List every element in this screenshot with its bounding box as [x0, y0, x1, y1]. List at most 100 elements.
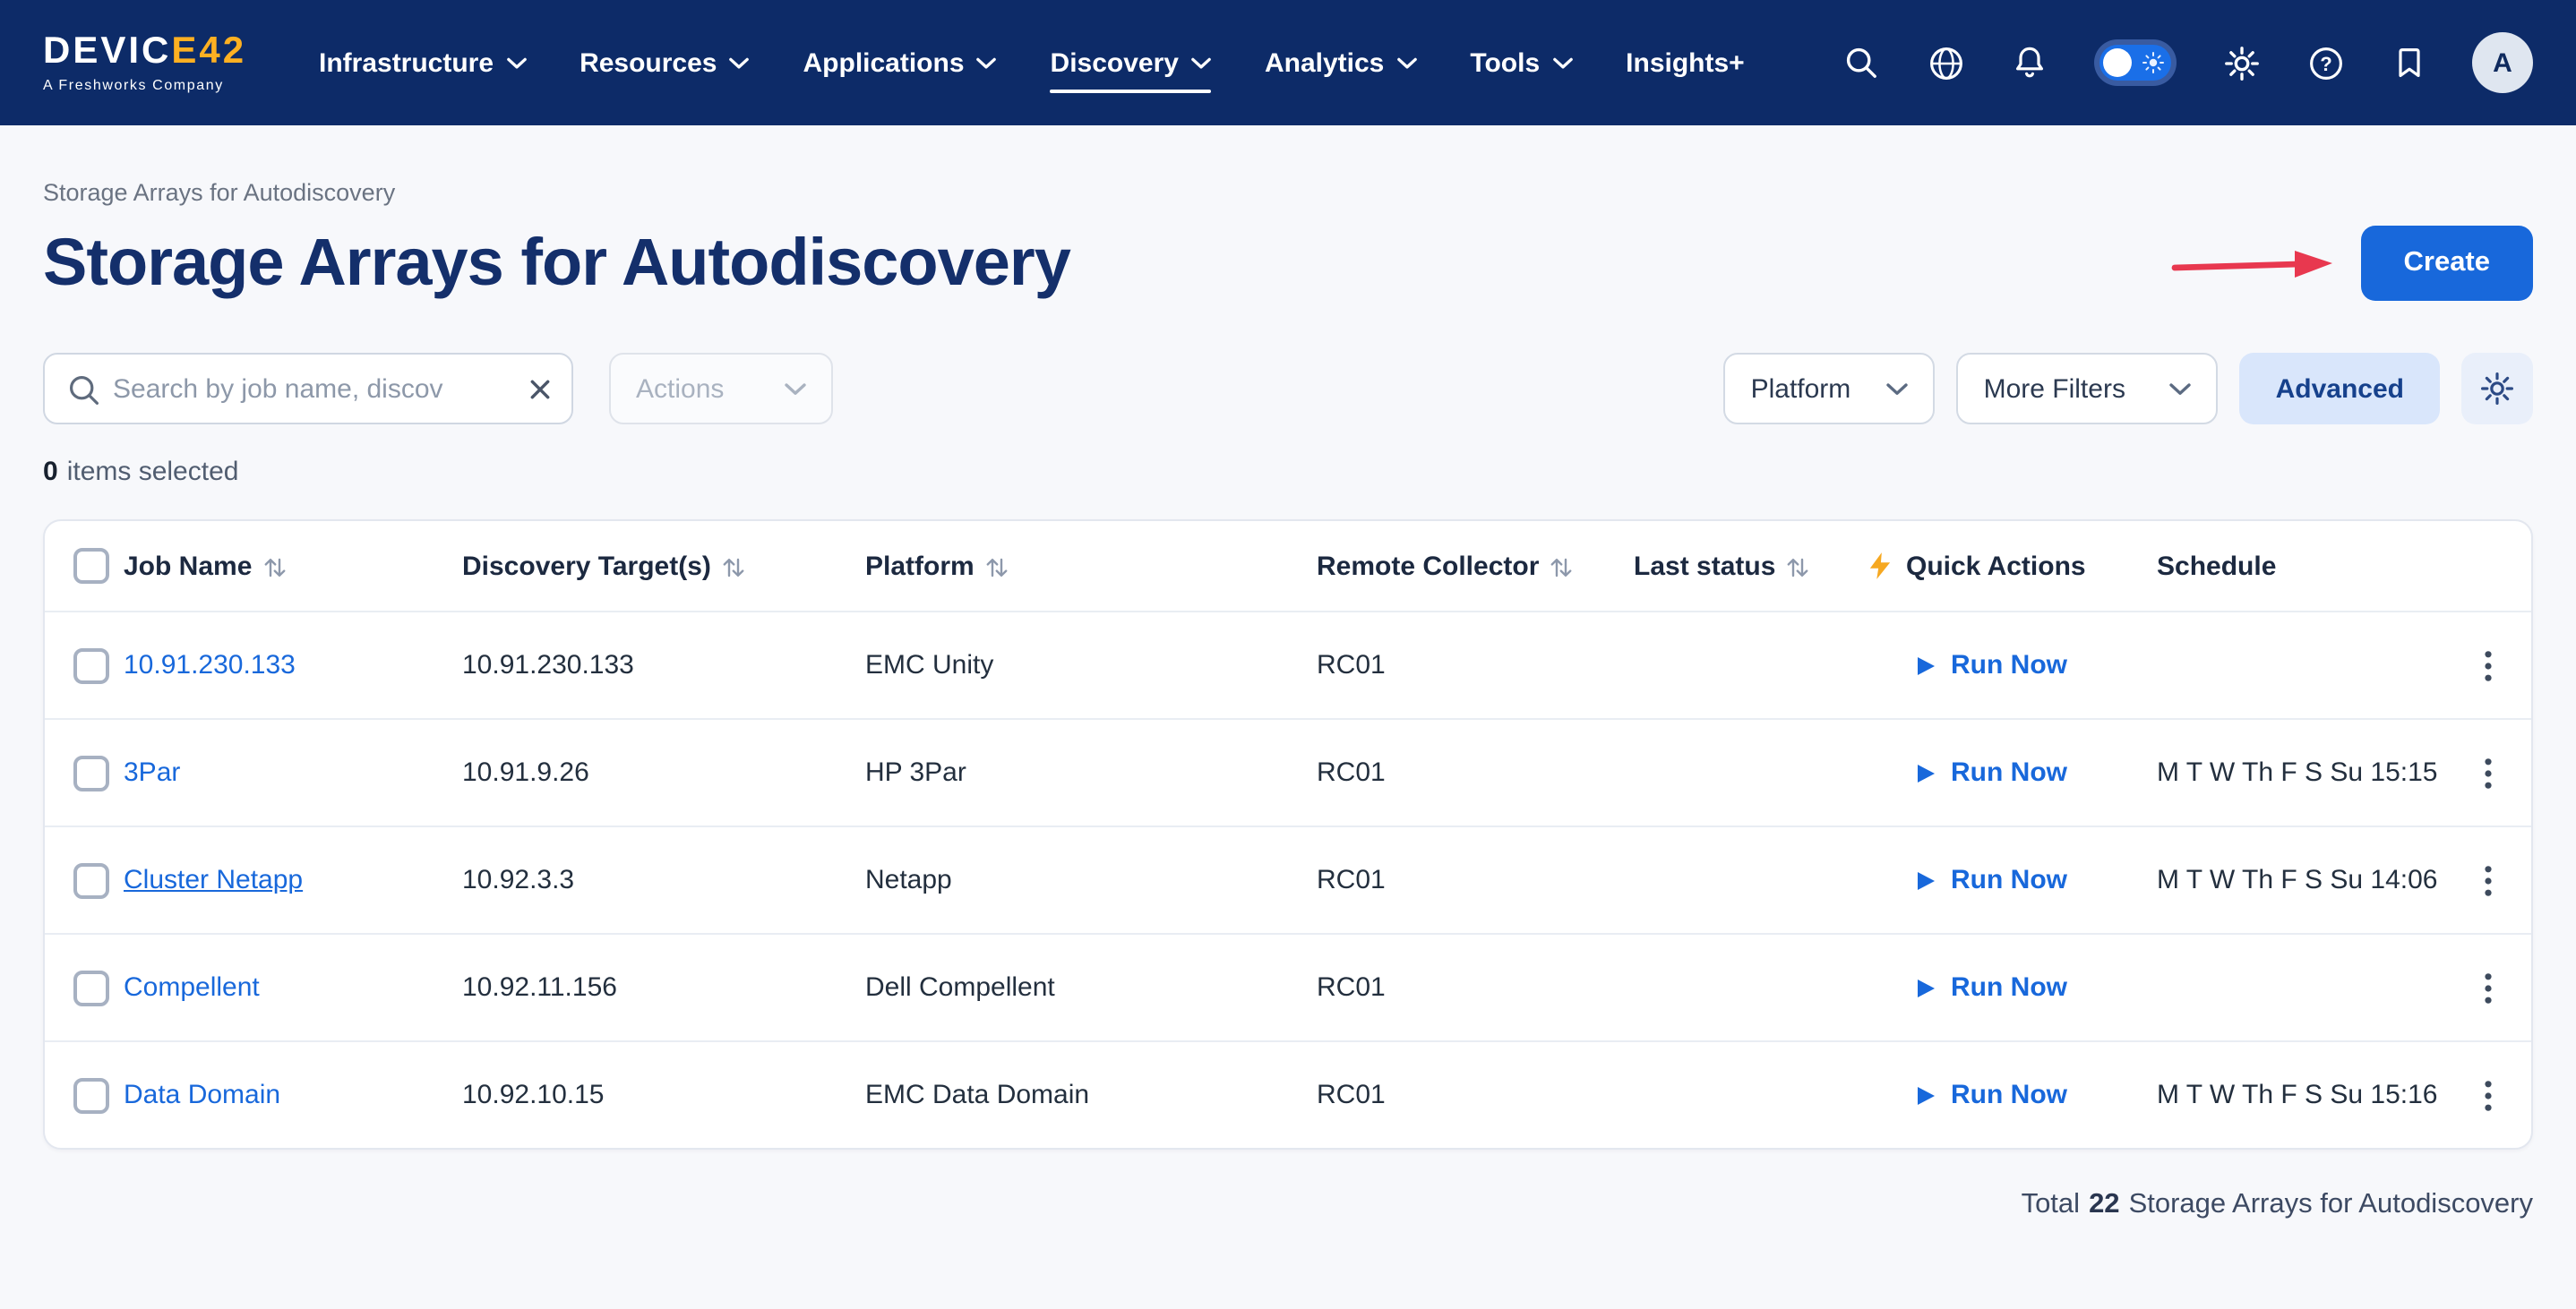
header-discovery-target[interactable]: Discovery Target(s) — [462, 551, 865, 581]
platform-cell: Dell Compellent — [865, 972, 1317, 1003]
run-now-label: Run Now — [1951, 865, 2067, 895]
job-name-link[interactable]: Data Domain — [124, 1080, 280, 1110]
platform-cell: HP 3Par — [865, 757, 1317, 788]
actions-dropdown[interactable]: Actions — [609, 353, 833, 424]
remote-collector-cell: RC01 — [1317, 757, 1634, 788]
toolbar-right: Platform More Filters Advanced — [1724, 353, 2533, 424]
nav-item-tools[interactable]: Tools — [1470, 30, 1572, 96]
row-menu-button[interactable] — [2445, 864, 2531, 896]
header-remote-collector[interactable]: Remote Collector — [1317, 551, 1634, 581]
select-all-checkbox[interactable] — [73, 548, 109, 584]
run-now-button[interactable]: Run Now — [1868, 1080, 2157, 1110]
job-name-link[interactable]: Compellent — [124, 972, 260, 1003]
remote-collector-cell: RC01 — [1317, 650, 1634, 680]
chevron-down-icon — [1191, 56, 1211, 69]
sort-icon[interactable] — [722, 556, 745, 578]
breadcrumb[interactable]: Storage Arrays for Autodiscovery — [43, 179, 2533, 206]
table-row: Data Domain 10.92.10.15 EMC Data Domain … — [45, 1040, 2531, 1148]
run-now-label: Run Now — [1951, 972, 2067, 1003]
clear-search-icon[interactable] — [528, 378, 552, 401]
header-label: Platform — [865, 551, 975, 581]
row-menu-button[interactable] — [2445, 1079, 2531, 1111]
job-name-link[interactable]: 10.91.230.133 — [124, 650, 296, 680]
table-row: 10.91.230.133 10.91.230.133 EMC Unity RC… — [45, 611, 2531, 718]
nav-item-analytics[interactable]: Analytics — [1265, 30, 1416, 96]
row-checkbox[interactable] — [73, 1077, 109, 1113]
sort-icon[interactable] — [1550, 556, 1573, 578]
platform-filter-dropdown[interactable]: Platform — [1724, 353, 1936, 424]
chevron-down-icon — [506, 56, 526, 69]
search-icon — [66, 372, 102, 408]
discovery-target-cell: 10.92.3.3 — [462, 865, 865, 895]
search-input[interactable] — [45, 355, 571, 423]
selected-count: 0 — [43, 457, 58, 487]
theme-toggle[interactable] — [2099, 45, 2171, 81]
bookmark-icon[interactable] — [2388, 41, 2431, 84]
table-row: 3Par 10.91.9.26 HP 3Par RC01 Run Now M T… — [45, 718, 2531, 826]
logo-text-accent: E42 — [171, 30, 246, 72]
discovery-target-cell: 10.92.10.15 — [462, 1080, 865, 1110]
kebab-menu-icon — [2485, 971, 2492, 1004]
row-checkbox[interactable] — [73, 647, 109, 683]
nav-item-insights[interactable]: Insights+ — [1626, 30, 1745, 96]
header-last-status[interactable]: Last status — [1634, 551, 1868, 581]
table-settings-button[interactable] — [2461, 353, 2533, 424]
row-menu-button[interactable] — [2445, 757, 2531, 789]
toggle-knob — [2103, 48, 2132, 77]
schedule-cell: M T W Th F S Su 14:06 — [2157, 865, 2445, 895]
platform-cell: Netapp — [865, 865, 1317, 895]
nav-item-discovery[interactable]: Discovery — [1051, 30, 1211, 96]
globe-icon[interactable] — [1924, 41, 1967, 84]
storage-arrays-table: Job Name Discovery Target(s) Platform Re… — [43, 519, 2533, 1150]
top-navigation-bar: DEVICE42 A Freshworks Company Infrastruc… — [0, 0, 2576, 125]
platform-cell: EMC Data Domain — [865, 1080, 1317, 1110]
nav-item-resources[interactable]: Resources — [580, 30, 749, 96]
help-icon[interactable]: ? — [2304, 41, 2347, 84]
run-now-button[interactable]: Run Now — [1868, 865, 2157, 895]
run-now-button[interactable]: Run Now — [1868, 650, 2157, 680]
total-suffix: Storage Arrays for Autodiscovery — [2129, 1189, 2533, 1221]
nav-item-label: Resources — [580, 47, 717, 78]
chevron-down-icon — [730, 56, 750, 69]
run-now-label: Run Now — [1951, 757, 2067, 788]
header-platform[interactable]: Platform — [865, 551, 1317, 581]
user-avatar[interactable]: A — [2472, 32, 2533, 93]
row-checkbox[interactable] — [73, 970, 109, 1005]
play-icon — [1915, 762, 1936, 783]
search-icon[interactable] — [1840, 41, 1883, 84]
chevron-down-icon — [1552, 56, 1572, 69]
row-checkbox[interactable] — [73, 755, 109, 791]
header-label: Schedule — [2157, 551, 2276, 581]
app-window: DEVICE42 A Freshworks Company Infrastruc… — [0, 0, 2576, 1309]
chevron-down-icon — [2170, 382, 2192, 395]
job-name-link[interactable]: Cluster Netapp — [124, 865, 303, 895]
device42-logo[interactable]: DEVICE42 A Freshworks Company — [43, 32, 272, 93]
nav-item-label: Tools — [1470, 47, 1540, 78]
run-now-button[interactable]: Run Now — [1868, 972, 2157, 1003]
table-header-row: Job Name Discovery Target(s) Platform Re… — [45, 521, 2531, 611]
notifications-bell-icon[interactable] — [2008, 41, 2051, 84]
nav-item-infrastructure[interactable]: Infrastructure — [319, 30, 526, 96]
kebab-menu-icon — [2485, 864, 2492, 896]
row-menu-button[interactable] — [2445, 971, 2531, 1004]
job-name-link[interactable]: 3Par — [124, 757, 180, 788]
chevron-down-icon — [1887, 382, 1909, 395]
gear-icon — [2479, 371, 2515, 406]
row-checkbox[interactable] — [73, 862, 109, 898]
sort-icon[interactable] — [262, 556, 286, 578]
more-filters-dropdown[interactable]: More Filters — [1957, 353, 2219, 424]
header-job-name[interactable]: Job Name — [124, 551, 462, 581]
advanced-filters-button[interactable]: Advanced — [2240, 353, 2440, 424]
total-count: 22 — [2089, 1189, 2120, 1221]
play-icon — [1915, 654, 1936, 676]
nav-item-applications[interactable]: Applications — [803, 30, 997, 96]
table-row: Compellent 10.92.11.156 Dell Compellent … — [45, 933, 2531, 1040]
logo-text-primary: DEVIC — [43, 30, 171, 72]
row-menu-button[interactable] — [2445, 649, 2531, 681]
sort-icon[interactable] — [985, 556, 1009, 578]
create-button[interactable]: Create — [2361, 226, 2534, 301]
run-now-button[interactable]: Run Now — [1868, 757, 2157, 788]
settings-gear-icon[interactable] — [2220, 41, 2263, 84]
sort-icon[interactable] — [1786, 556, 1809, 578]
play-icon — [1915, 977, 1936, 998]
